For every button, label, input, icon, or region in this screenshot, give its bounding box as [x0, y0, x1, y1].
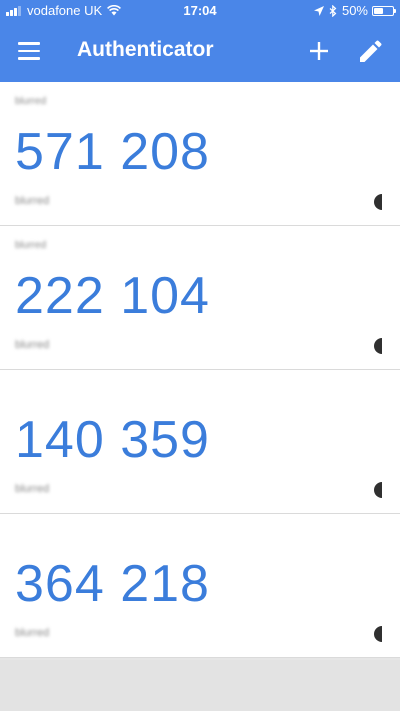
menu-icon[interactable] [18, 42, 40, 60]
account-label: blurred [15, 627, 50, 639]
code-list: blurred 571 208 blurred blurred 222 104 … [0, 82, 400, 658]
app-title: Authenticator [77, 38, 214, 61]
pencil-icon[interactable] [356, 38, 384, 66]
plus-icon[interactable] [306, 38, 332, 64]
account-label: blurred [15, 195, 50, 207]
otp-code[interactable]: 140 359 [15, 410, 210, 470]
battery-icon [372, 5, 396, 16]
countdown-timer-icon [374, 482, 382, 498]
issuer-label: blurred [15, 240, 47, 251]
status-bar: vodafone UK 17:04 50% [0, 0, 400, 22]
battery-fill [374, 7, 383, 14]
location-icon [313, 5, 324, 16]
code-entry[interactable]: blurred 222 104 blurred [0, 226, 400, 370]
app-bar: Authenticator [0, 22, 400, 82]
code-entry[interactable]: 140 359 blurred [0, 370, 400, 514]
status-right: 50% [313, 3, 396, 18]
countdown-timer-icon [374, 338, 382, 354]
countdown-timer-icon [374, 194, 382, 210]
otp-code[interactable]: 364 218 [15, 554, 210, 614]
account-label: blurred [15, 339, 50, 351]
account-label: blurred [15, 483, 50, 495]
code-entry[interactable]: blurred 571 208 blurred [0, 82, 400, 226]
footer-area [0, 660, 400, 711]
battery-percent: 50% [341, 3, 368, 18]
bluetooth-icon [329, 4, 337, 17]
code-entry[interactable]: 364 218 blurred [0, 514, 400, 658]
otp-code[interactable]: 571 208 [15, 122, 210, 182]
countdown-timer-icon [374, 626, 382, 642]
otp-code[interactable]: 222 104 [15, 266, 210, 326]
issuer-label: blurred [15, 96, 47, 107]
